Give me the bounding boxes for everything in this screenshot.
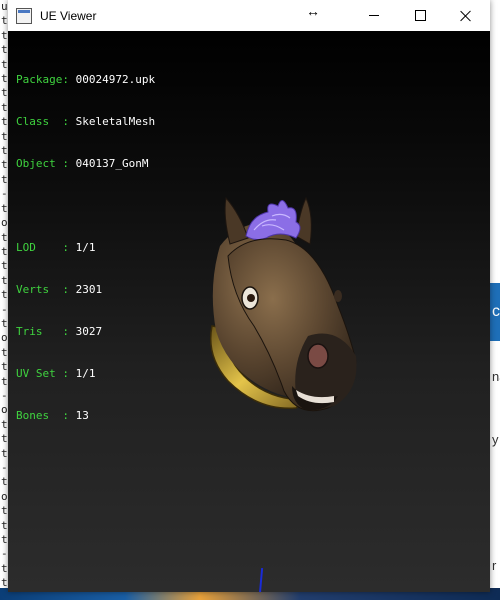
background-char: t xyxy=(1,115,8,129)
background-char: - xyxy=(1,302,8,316)
background-text-y: y xyxy=(492,432,499,447)
info-object-value: 040137_GonM xyxy=(75,157,149,170)
right-ear xyxy=(295,196,312,245)
close-button[interactable] xyxy=(443,0,489,31)
background-char: t xyxy=(1,316,8,330)
background-char: t xyxy=(1,446,8,460)
nostril xyxy=(307,343,329,369)
info-tris-label: Tris : xyxy=(16,325,69,338)
info-lod: LOD : 1/1 xyxy=(16,241,155,255)
background-char: t xyxy=(1,504,8,518)
background-char: t xyxy=(1,129,8,143)
background-char: t xyxy=(1,273,8,287)
info-tris: Tris : 3027 xyxy=(16,325,155,339)
resize-cursor-icon: ↔ xyxy=(306,3,320,19)
background-char: t xyxy=(1,259,8,273)
info-package-label: Package: xyxy=(16,73,69,86)
horse-head-mesh[interactable] xyxy=(188,186,388,426)
background-window-strip: c na y r xyxy=(490,0,500,600)
background-char: t xyxy=(1,288,8,302)
left-ear xyxy=(224,196,249,245)
maximize-icon xyxy=(414,10,426,21)
info-tris-value: 3027 xyxy=(75,325,103,338)
info-verts-value: 2301 xyxy=(75,283,103,296)
window-title: UE Viewer xyxy=(40,8,97,23)
background-char: - xyxy=(1,187,8,201)
info-bones: Bones : 13 xyxy=(16,409,155,423)
3d-viewport[interactable]: Package: 00024972.upk Class : SkeletalMe… xyxy=(8,31,490,592)
background-char: t xyxy=(1,345,8,359)
info-uvset-label: UV Set : xyxy=(16,367,69,380)
background-char: t xyxy=(1,14,8,28)
info-class-label: Class : xyxy=(16,115,69,128)
info-package-value: 00024972.upk xyxy=(75,73,156,86)
info-verts-label: Verts : xyxy=(16,283,69,296)
app-window-icon[interactable] xyxy=(16,7,32,24)
background-char: o xyxy=(1,331,8,345)
background-char: u xyxy=(1,0,8,13)
info-class-value: SkeletalMesh xyxy=(75,115,156,128)
background-char: t xyxy=(1,230,8,244)
info-lod-value: 1/1 xyxy=(75,241,96,254)
background-char: o xyxy=(1,403,8,417)
background-char: - xyxy=(1,388,8,402)
minimize-icon xyxy=(369,15,379,16)
background-char: t xyxy=(1,518,8,532)
background-char: t xyxy=(1,100,8,114)
background-char: - xyxy=(1,461,8,474)
ue-viewer-window: UE Viewer ↔ Package: 00024972.upk Class … xyxy=(8,0,490,592)
background-char: t xyxy=(1,561,8,575)
mesh-info-overlay: Package: 00024972.upk Class : SkeletalMe… xyxy=(16,45,155,451)
maximize-button[interactable] xyxy=(397,0,443,31)
background-char: t xyxy=(1,43,8,57)
background-char: t xyxy=(1,28,8,42)
info-verts: Verts : 2301 xyxy=(16,283,155,297)
background-char: t xyxy=(1,360,8,374)
info-spacer xyxy=(16,199,155,213)
far-eye xyxy=(334,290,342,302)
background-char: t xyxy=(1,158,8,172)
background-char: t xyxy=(1,374,8,388)
background-text-c: c xyxy=(492,303,500,320)
background-char: t xyxy=(1,417,8,431)
info-object-label: Object : xyxy=(16,157,69,170)
close-icon xyxy=(460,10,472,22)
axis-gizmo xyxy=(258,567,264,592)
background-terminal-strip: utttttttttttt-tottttt-tottt-ottt-tottt-t… xyxy=(0,0,8,600)
info-object: Object : 040137_GonM xyxy=(16,157,155,171)
info-bones-label: Bones : xyxy=(16,409,69,422)
background-char: - xyxy=(1,547,8,561)
background-text-r: r xyxy=(492,558,497,573)
background-char: o xyxy=(1,489,8,503)
background-char: t xyxy=(1,86,8,100)
info-uvset: UV Set : 1/1 xyxy=(16,367,155,381)
background-char: t xyxy=(1,144,8,158)
info-package: Package: 00024972.upk xyxy=(16,73,155,87)
info-uvset-value: 1/1 xyxy=(75,367,96,380)
title-bar[interactable]: UE Viewer ↔ xyxy=(8,0,490,31)
background-text-na: na xyxy=(492,369,500,384)
info-lod-label: LOD : xyxy=(16,241,69,254)
background-char: t xyxy=(1,533,8,547)
background-char: t xyxy=(1,475,8,489)
background-char: t xyxy=(1,72,8,86)
info-bones-value: 13 xyxy=(75,409,89,422)
background-char: t xyxy=(1,201,8,215)
background-char: t xyxy=(1,172,8,186)
minimize-button[interactable] xyxy=(351,0,397,31)
pupil xyxy=(247,294,255,302)
background-char: o xyxy=(1,216,8,230)
background-char: t xyxy=(1,57,8,71)
background-char: t xyxy=(1,432,8,446)
background-char: t xyxy=(1,244,8,258)
info-class: Class : SkeletalMesh xyxy=(16,115,155,129)
